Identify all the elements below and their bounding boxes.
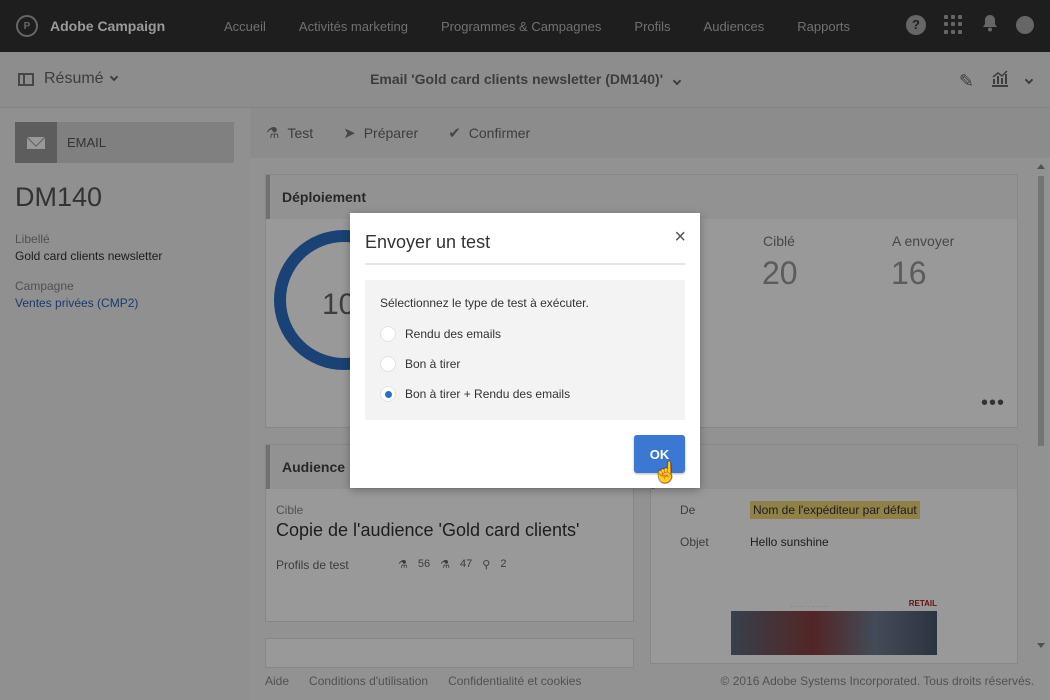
radio-option-bon-a-tirer[interactable]: Bon à tirer (380, 356, 460, 372)
radio-button[interactable] (380, 326, 396, 342)
send-test-dialog: Envoyer un test × Sélectionnez le type d… (350, 213, 700, 488)
close-icon[interactable]: × (674, 227, 686, 247)
radio-label: Bon à tirer + Rendu des emails (405, 387, 571, 401)
dialog-title: Envoyer un test (365, 232, 491, 252)
dialog-divider (365, 263, 685, 265)
radio-label: Bon à tirer (405, 357, 461, 371)
radio-button-selected[interactable] (380, 386, 396, 402)
radio-option-bon-a-tirer-rendu[interactable]: Bon à tirer + Rendu des emails (380, 386, 570, 402)
radio-button[interactable] (380, 356, 396, 372)
dialog-prompt: Sélectionnez le type de test à exécuter. (380, 296, 589, 310)
radio-label: Rendu des emails (405, 327, 502, 341)
dialog-body: Sélectionnez le type de test à exécuter.… (365, 280, 685, 420)
hand-cursor-icon: ☝ (653, 462, 678, 484)
radio-option-rendu-emails[interactable]: Rendu des emails (380, 326, 501, 342)
